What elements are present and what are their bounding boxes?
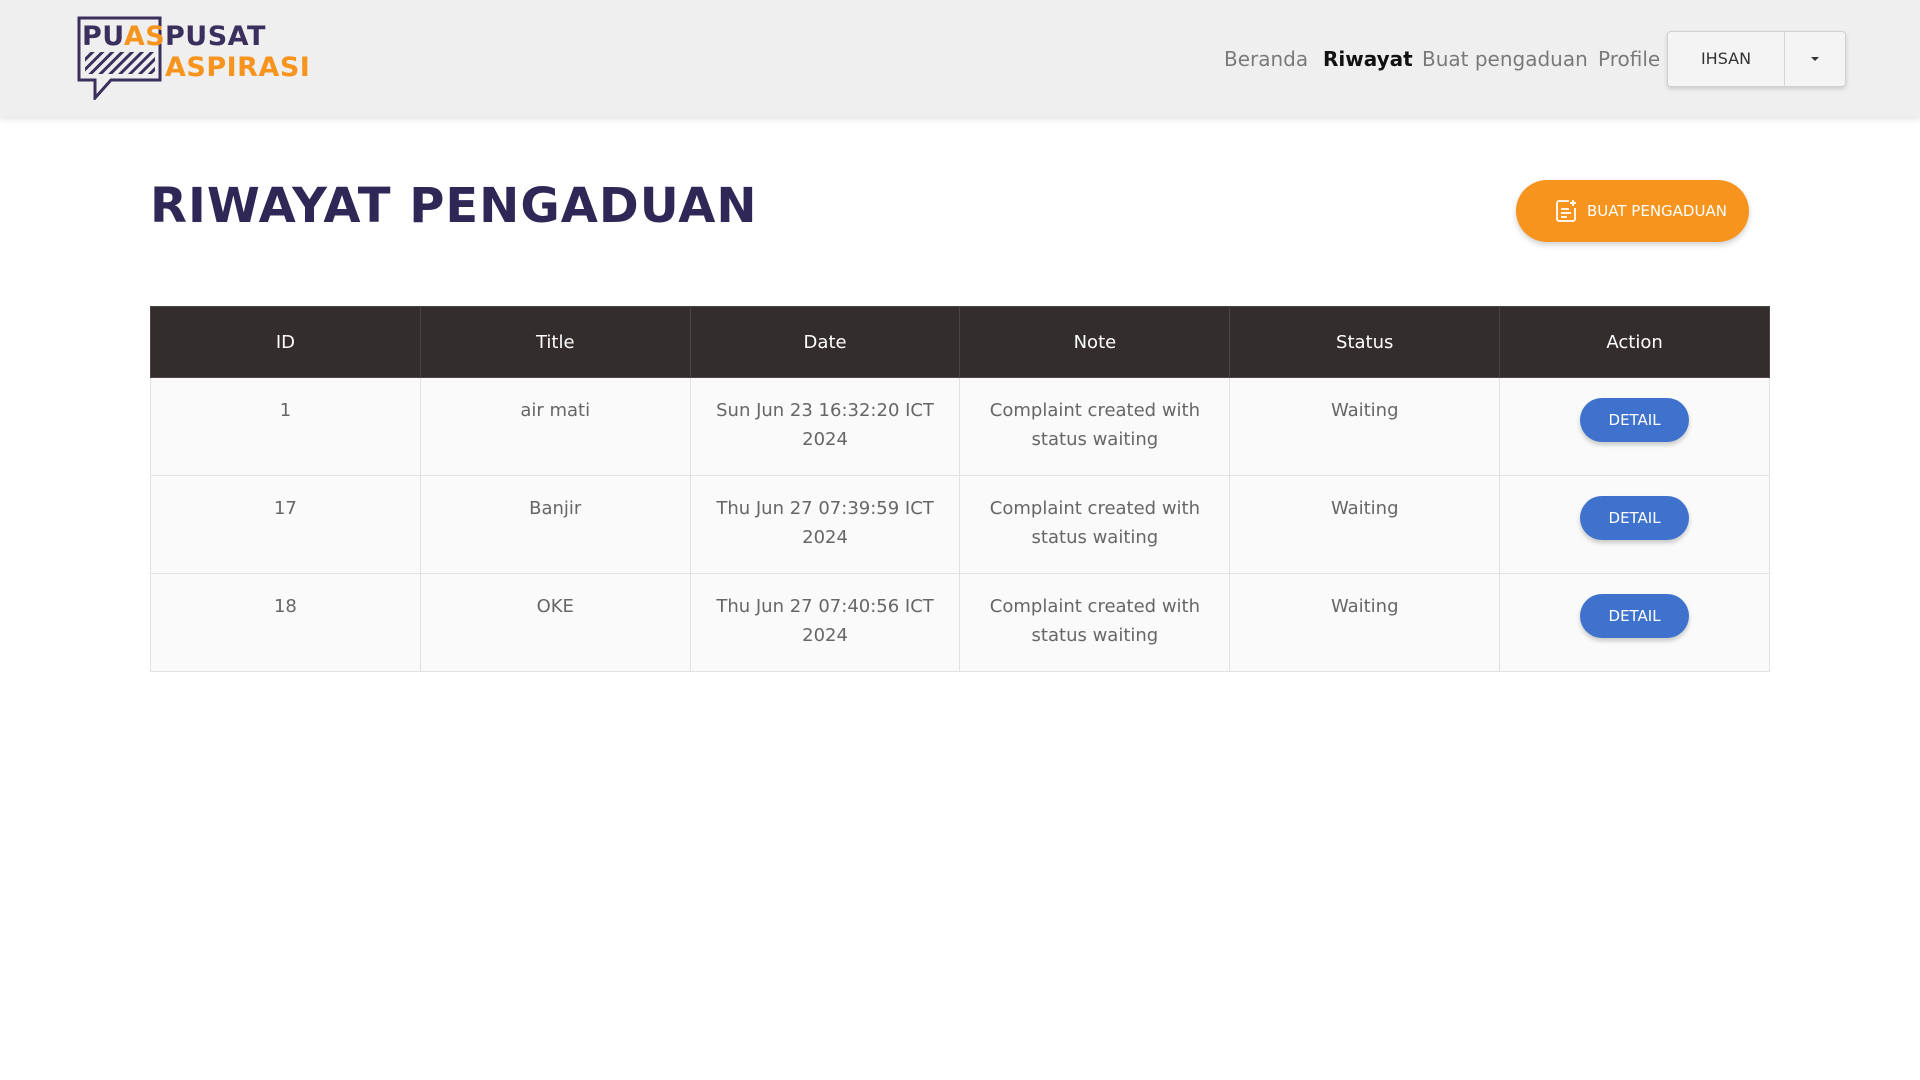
user-button[interactable]: IHSAN: [1668, 32, 1784, 86]
user-dropdown: IHSAN: [1667, 31, 1846, 87]
create-complaint-button[interactable]: BUAT PENGADUAN: [1516, 180, 1749, 242]
cell-title: OKE: [419, 573, 691, 672]
cell-title: Banjir: [419, 475, 691, 574]
cell-date: Thu Jun 27 07:40:56 ICT 2024: [689, 573, 961, 672]
cell-id: 17: [150, 475, 421, 574]
cell-note: Complaint created with status waiting: [959, 377, 1231, 476]
logo-aspirasi: ASPIRASI: [165, 52, 311, 83]
cell-id: 18: [150, 573, 421, 672]
cell-action: DETAIL: [1499, 475, 1770, 574]
document-add-icon: [1556, 200, 1576, 222]
nav-link-riwayat[interactable]: Riwayat: [1323, 44, 1413, 74]
table-row: 1 air mati Sun Jun 23 16:32:20 ICT 2024 …: [150, 377, 1770, 476]
header-action: Action: [1499, 306, 1770, 378]
cell-action: DETAIL: [1499, 377, 1770, 476]
page-title: RIWAYAT PENGADUAN: [150, 178, 758, 234]
header-status: Status: [1229, 306, 1501, 378]
header-id: ID: [150, 306, 421, 378]
cell-title: air mati: [419, 377, 691, 476]
header-title: Title: [419, 306, 691, 378]
cell-status: Waiting: [1229, 475, 1501, 574]
detail-button[interactable]: DETAIL: [1580, 496, 1690, 540]
create-button-label: BUAT PENGADUAN: [1587, 202, 1727, 220]
table-row: 18 OKE Thu Jun 27 07:40:56 ICT 2024 Comp…: [150, 573, 1770, 672]
cell-id: 1: [150, 377, 421, 476]
logo-puas: PUAS: [82, 21, 166, 52]
cell-note: Complaint created with status waiting: [959, 475, 1231, 574]
cell-date: Thu Jun 27 07:39:59 ICT 2024: [689, 475, 961, 574]
nav-link-beranda[interactable]: Beranda: [1224, 44, 1308, 74]
cell-status: Waiting: [1229, 573, 1501, 672]
cell-status: Waiting: [1229, 377, 1501, 476]
navbar: PUAS PUSAT ASPIRASI Beranda Riwayat Buat…: [0, 0, 1920, 117]
logo[interactable]: PUAS PUSAT ASPIRASI: [77, 16, 310, 100]
nav-link-buat-pengaduan[interactable]: Buat pengaduan: [1422, 44, 1588, 74]
caret-down-icon[interactable]: [1785, 32, 1845, 86]
header-note: Note: [959, 306, 1231, 378]
detail-button[interactable]: DETAIL: [1580, 398, 1690, 442]
table-header-row: ID Title Date Note Status Action: [150, 306, 1770, 378]
cell-action: DETAIL: [1499, 573, 1770, 672]
complaints-table: ID Title Date Note Status Action 1 air m…: [150, 306, 1770, 672]
table-row: 17 Banjir Thu Jun 27 07:39:59 ICT 2024 C…: [150, 475, 1770, 574]
header-date: Date: [689, 306, 961, 378]
detail-button[interactable]: DETAIL: [1580, 594, 1690, 638]
cell-date: Sun Jun 23 16:32:20 ICT 2024: [689, 377, 961, 476]
nav-link-profile[interactable]: Profile: [1598, 44, 1660, 74]
cell-note: Complaint created with status waiting: [959, 573, 1231, 672]
logo-pusat: PUSAT: [165, 21, 266, 52]
